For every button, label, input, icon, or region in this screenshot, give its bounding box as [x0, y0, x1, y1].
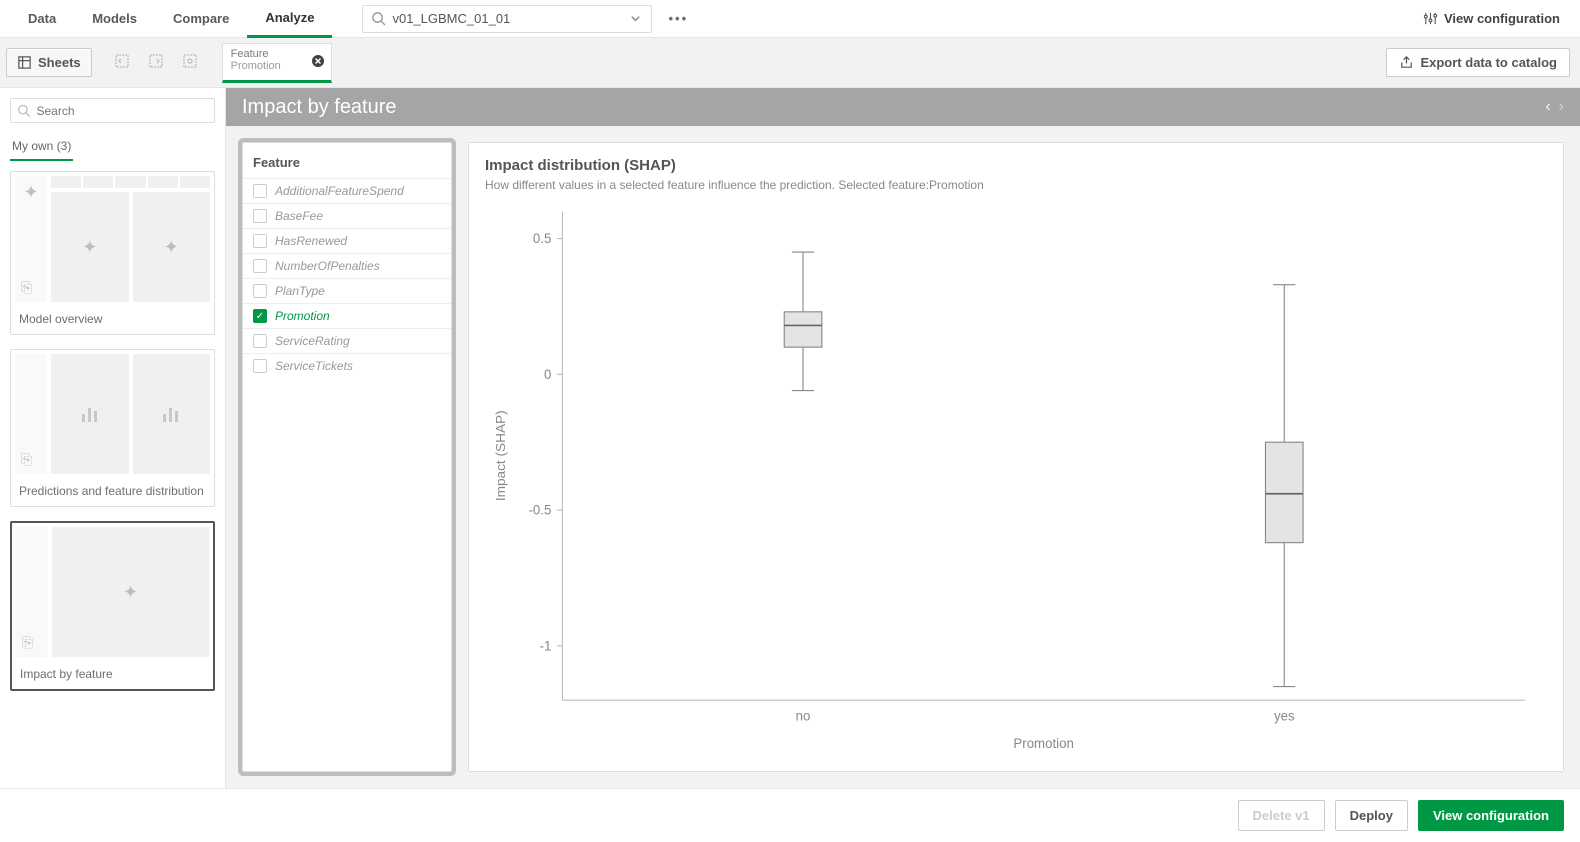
close-icon[interactable] — [311, 54, 325, 71]
sheet-card-model-overview[interactable]: ✦ ⎘ ✦ ✦ Model overview — [10, 171, 215, 335]
sheet-icon: ⎘ — [22, 634, 33, 651]
sheets-label: Sheets — [38, 55, 81, 70]
search-icon — [371, 11, 386, 26]
chart-subtitle: How different values in a selected featu… — [485, 178, 1547, 192]
content: Impact by feature ‹ › Feature Additional… — [226, 88, 1580, 788]
page-title: Impact by feature — [242, 96, 397, 119]
feature-label: ServiceTickets — [275, 359, 353, 373]
view-configuration-link[interactable]: View configuration — [1413, 11, 1570, 26]
prev-sheet-icon[interactable]: ‹ — [1545, 98, 1550, 116]
feature-label: PlanType — [275, 284, 325, 298]
main: My own (3) ✦ ⎘ ✦ ✦ Model overview ⎘ — [0, 88, 1580, 788]
clear-selection-icon[interactable] — [182, 53, 198, 72]
feature-item[interactable]: BaseFee — [243, 203, 451, 228]
tab-compare[interactable]: Compare — [155, 0, 247, 38]
tab-analyze[interactable]: Analyze — [247, 0, 332, 38]
checkbox-icon — [253, 209, 267, 223]
view-config-label: View configuration — [1444, 11, 1560, 26]
feature-item[interactable]: NumberOfPenalties — [243, 253, 451, 278]
svg-text:-0.5: -0.5 — [529, 502, 552, 517]
sheet-title: Impact by feature — [16, 661, 209, 685]
sheets-button[interactable]: Sheets — [6, 48, 92, 77]
feature-label: ServiceRating — [275, 334, 350, 348]
feature-item[interactable]: PlanType — [243, 278, 451, 303]
sheet-icon: ⎘ — [21, 279, 32, 296]
footer: Delete v1 Deploy View configuration — [0, 788, 1580, 842]
tab-models[interactable]: Models — [74, 0, 155, 38]
svg-text:-1: -1 — [540, 638, 552, 653]
deploy-button[interactable]: Deploy — [1335, 800, 1408, 831]
sidebar-search[interactable] — [10, 98, 215, 123]
model-name: v01_LGBMC_01_01 — [392, 11, 628, 26]
checkbox-icon — [253, 334, 267, 348]
feature-tab-value: Promotion — [231, 60, 303, 72]
feature-item[interactable]: ✓ Promotion — [243, 303, 451, 328]
checkbox-icon — [253, 359, 267, 373]
feature-item[interactable]: AdditionalFeatureSpend — [243, 178, 451, 203]
toolbar: Sheets Feature Promotion Export data to … — [0, 38, 1580, 88]
svg-text:no: no — [796, 708, 811, 723]
feature-label: NumberOfPenalties — [275, 259, 380, 273]
my-own-tab[interactable]: My own (3) — [10, 133, 73, 161]
feature-tab-label: Feature — [231, 48, 303, 60]
svg-text:Promotion: Promotion — [1013, 736, 1073, 751]
top-nav: Data Models Compare Analyze v01_LGBMC_01… — [0, 0, 1580, 38]
sidebar: My own (3) ✦ ⎘ ✦ ✦ Model overview ⎘ — [0, 88, 226, 788]
export-data-button[interactable]: Export data to catalog — [1386, 48, 1570, 77]
sheet-title: Model overview — [15, 306, 210, 330]
sheet-card-predictions[interactable]: ⎘ Predictions and feature distribution — [10, 349, 215, 507]
search-icon — [17, 103, 30, 118]
search-input[interactable] — [36, 104, 208, 118]
sliders-icon — [1423, 11, 1438, 26]
selection-feature-tab[interactable]: Feature Promotion — [222, 43, 332, 83]
chevron-down-icon — [628, 11, 643, 26]
page-header: Impact by feature ‹ › — [226, 88, 1580, 126]
svg-text:0.5: 0.5 — [533, 231, 551, 246]
svg-text:Impact (SHAP): Impact (SHAP) — [493, 410, 508, 501]
feature-item[interactable]: HasRenewed — [243, 228, 451, 253]
export-label: Export data to catalog — [1420, 55, 1557, 70]
chart-title: Impact distribution (SHAP) — [485, 157, 1547, 174]
feature-list: AdditionalFeatureSpend BaseFee HasRenewed N… — [243, 178, 451, 378]
sheet-card-impact[interactable]: ⎘ ✦ Impact by feature — [10, 521, 215, 691]
feature-label: BaseFee — [275, 209, 323, 223]
checkbox-icon — [253, 284, 267, 298]
chart-panel: Impact distribution (SHAP) How different… — [468, 142, 1564, 772]
model-selector[interactable]: v01_LGBMC_01_01 — [362, 5, 652, 33]
nav-tabs: Data Models Compare Analyze — [10, 0, 332, 38]
sheet-icon: ⎘ — [21, 451, 32, 468]
selection-tools — [114, 53, 198, 72]
svg-text:yes: yes — [1274, 708, 1295, 723]
tab-data[interactable]: Data — [10, 0, 74, 38]
feature-item[interactable]: ServiceRating — [243, 328, 451, 353]
more-menu[interactable]: ••• — [668, 11, 688, 26]
feature-label: AdditionalFeatureSpend — [275, 184, 404, 198]
checkbox-icon — [253, 234, 267, 248]
delete-button: Delete v1 — [1238, 800, 1325, 831]
feature-panel: Feature AdditionalFeatureSpend BaseFee Has… — [242, 142, 452, 772]
view-configuration-button[interactable]: View configuration — [1418, 800, 1564, 831]
boxplot-chart[interactable]: -1 -0.5 0 0.5 Impact (SHAP) no yes Promotion — [485, 200, 1547, 757]
sheets-icon — [17, 55, 32, 70]
feature-label: HasRenewed — [275, 234, 347, 248]
checkbox-icon — [253, 184, 267, 198]
next-sheet-icon[interactable]: › — [1559, 98, 1564, 116]
export-icon — [1399, 55, 1414, 70]
checkbox-icon — [253, 259, 267, 273]
feature-label: Promotion — [275, 309, 330, 323]
feature-panel-title: Feature — [243, 143, 451, 178]
selection-forward-icon[interactable] — [148, 53, 164, 72]
sheet-title: Predictions and feature distribution — [15, 478, 210, 502]
svg-text:0: 0 — [544, 367, 551, 382]
checkbox-icon: ✓ — [253, 309, 267, 323]
selection-back-icon[interactable] — [114, 53, 130, 72]
feature-item[interactable]: ServiceTickets — [243, 353, 451, 378]
